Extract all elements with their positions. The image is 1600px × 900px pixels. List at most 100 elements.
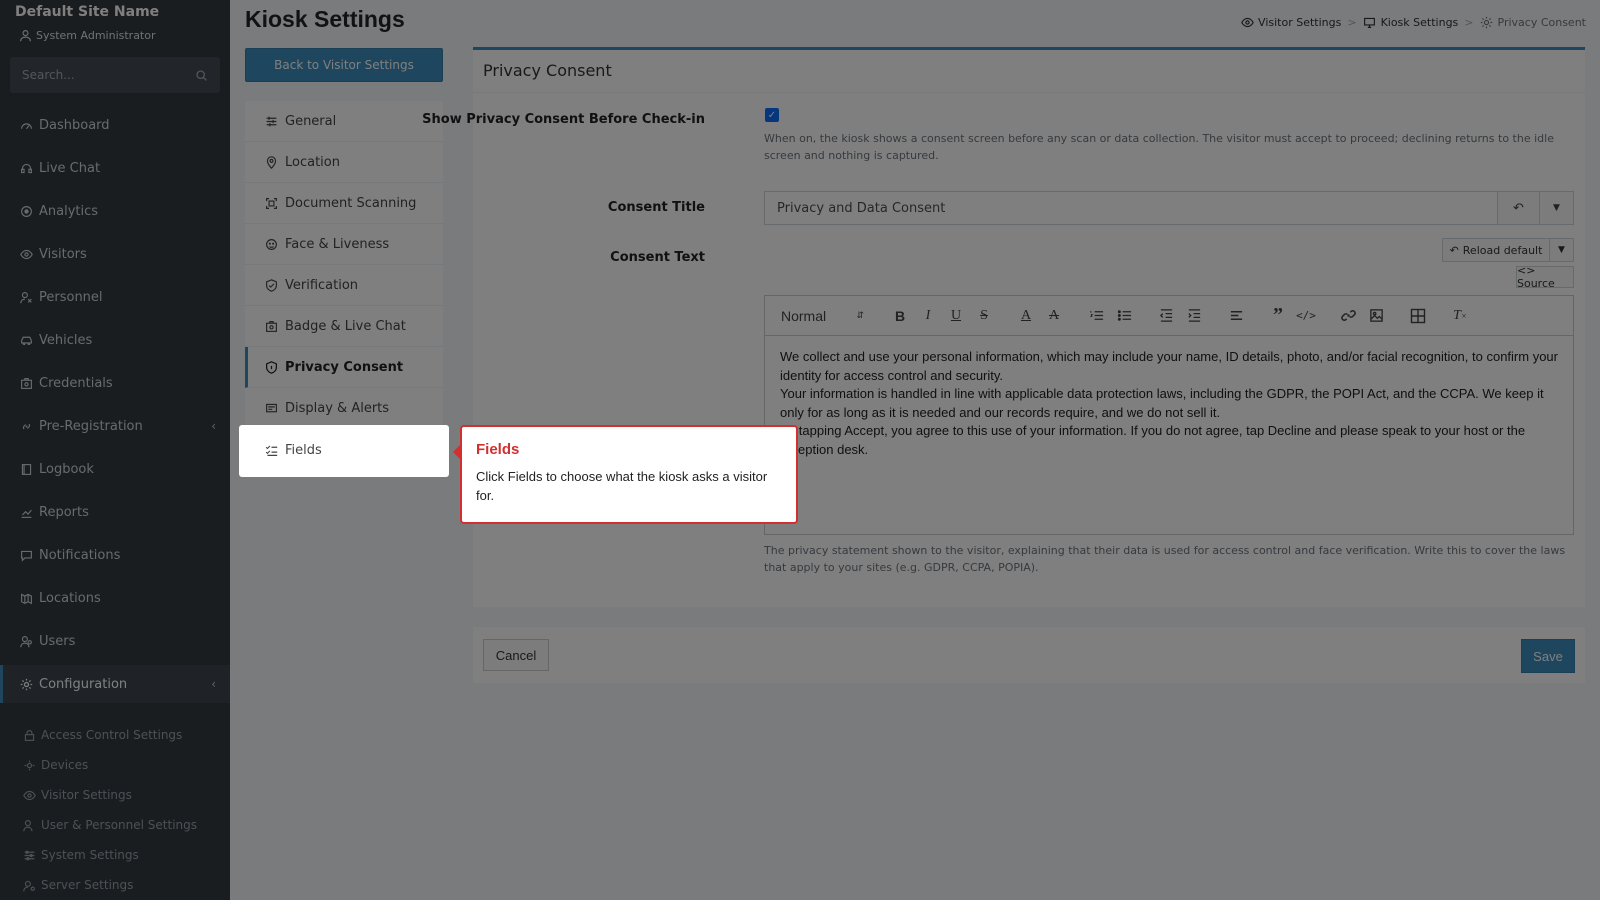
user-role[interactable]: System Administrator — [18, 28, 156, 42]
nav-configuration[interactable]: Configuration ‹ — [0, 665, 230, 703]
sub-user-personnel-settings[interactable]: User & Personnel Settings — [22, 812, 222, 838]
highlight-icon[interactable]: A — [1040, 302, 1068, 330]
format-select[interactable]: Normal ⇵ — [775, 302, 870, 330]
breadcrumb-label: Privacy Consent — [1497, 15, 1587, 29]
settings-nav-label: Verification — [285, 277, 359, 293]
outdent-icon[interactable] — [1152, 302, 1180, 330]
settings-nav-document-scanning[interactable]: Document Scanning — [245, 183, 443, 224]
cancel-button[interactable]: Cancel — [483, 639, 549, 671]
breadcrumb-label: Kiosk Settings — [1380, 15, 1459, 29]
source-button[interactable]: <> Source — [1516, 264, 1574, 290]
back-to-visitor-settings-button[interactable]: Back to Visitor Settings — [245, 48, 443, 82]
sidebar-search — [10, 57, 220, 93]
breadcrumb-privacy-consent: Privacy Consent — [1480, 15, 1587, 29]
nav-visitors-label: Visitors — [39, 246, 87, 262]
bold-icon[interactable]: B — [886, 302, 914, 330]
sub-system-settings[interactable]: System Settings — [22, 842, 222, 868]
nav-reports[interactable]: Reports — [0, 493, 230, 531]
align-left-icon[interactable] — [1222, 302, 1250, 330]
nav-vehicles[interactable]: Vehicles — [0, 321, 230, 359]
consent-title-dropdown-button[interactable]: ▼ — [1539, 192, 1573, 224]
gear-icon — [19, 677, 33, 691]
settings-nav-label: Privacy Consent — [285, 359, 404, 375]
search-icon[interactable] — [194, 68, 208, 82]
site-name[interactable]: Default Site Name — [15, 4, 159, 20]
reload-default-main[interactable]: ↶ Reload default — [1443, 244, 1549, 257]
nav-notifications[interactable]: Notifications — [0, 536, 230, 574]
text-color-icon[interactable]: A — [1012, 302, 1040, 330]
map-pin-icon — [264, 155, 278, 169]
card-title: Privacy Consent — [483, 61, 612, 80]
breadcrumb-visitor-settings[interactable]: Visitor Settings — [1240, 15, 1341, 29]
settings-nav-label: Document Scanning — [285, 195, 417, 211]
chevron-left-icon[interactable]: ‹ — [211, 419, 216, 433]
undo-icon: ↶ — [1513, 200, 1524, 216]
blockquote-icon[interactable]: ” — [1264, 302, 1292, 330]
settings-nav-label: General — [285, 113, 337, 129]
gear-icon — [1480, 15, 1494, 29]
form-footer: Cancel Save — [473, 627, 1585, 683]
ordered-list-icon[interactable] — [1082, 302, 1110, 330]
consent-text-editor-body[interactable]: We collect and use your personal informa… — [765, 336, 1573, 471]
reload-default-button[interactable]: ↶ Reload default ▼ — [1442, 238, 1574, 262]
link-icon[interactable] — [1334, 302, 1362, 330]
chart-icon — [19, 505, 33, 519]
nav-personnel-label: Personnel — [39, 289, 103, 305]
breadcrumb-kiosk-settings[interactable]: Kiosk Settings — [1363, 15, 1459, 29]
nav-personnel[interactable]: Personnel — [0, 278, 230, 316]
caret-down-icon: ▼ — [1553, 203, 1560, 213]
settings-nav-privacy-consent[interactable]: Privacy Consent — [245, 347, 443, 388]
table-icon[interactable] — [1404, 302, 1432, 330]
bullet-list-icon[interactable] — [1110, 302, 1138, 330]
sub-item-label: Server Settings — [41, 878, 134, 892]
nav-logbook[interactable]: Logbook — [0, 450, 230, 488]
consent-paragraph: Your information is handled in line with… — [780, 386, 1544, 420]
breadcrumb: Visitor Settings > Kiosk Settings > Priv… — [1240, 15, 1586, 29]
nav-logbook-label: Logbook — [39, 461, 94, 477]
nav-visitors[interactable]: Visitors — [0, 235, 230, 273]
tour-tooltip: Fields Click Fields to choose what the k… — [453, 425, 798, 524]
nav-live-chat[interactable]: Live Chat — [0, 149, 230, 187]
consent-paragraph: We collect and use your personal informa… — [780, 349, 1558, 383]
nav-credentials-label: Credentials — [39, 375, 113, 391]
breadcrumb-separator: > — [1464, 15, 1474, 29]
sub-devices[interactable]: Devices — [22, 752, 222, 778]
clear-format-icon[interactable]: T × — [1446, 302, 1474, 330]
nav-analytics[interactable]: Analytics — [0, 192, 230, 230]
underline-icon[interactable]: U — [942, 302, 970, 330]
undo-button[interactable]: ↶ — [1497, 192, 1539, 224]
nav-configuration-label: Configuration — [39, 676, 128, 692]
tooltip-body: Click Fields to choose what the kiosk as… — [476, 469, 768, 503]
image-icon[interactable] — [1362, 302, 1390, 330]
nav-dashboard[interactable]: Dashboard — [0, 106, 230, 144]
save-button[interactable]: Save — [1521, 639, 1575, 673]
settings-nav-general[interactable]: General — [245, 101, 443, 142]
nav-locations[interactable]: Locations — [0, 579, 230, 617]
settings-nav-display-alerts[interactable]: Display & Alerts — [245, 388, 443, 429]
undo-icon: ↶ — [1449, 243, 1459, 257]
sub-server-settings[interactable]: Server Settings — [22, 872, 222, 898]
settings-nav-location[interactable]: Location — [245, 142, 443, 183]
chevron-left-icon[interactable]: ‹ — [211, 677, 216, 691]
sub-visitor-settings[interactable]: Visitor Settings — [22, 782, 222, 808]
code-icon[interactable]: </> — [1292, 302, 1320, 330]
nav-users[interactable]: Users — [0, 622, 230, 660]
caret-down-icon[interactable]: ▼ — [1549, 239, 1573, 261]
settings-nav-fields[interactable]: Fields — [245, 429, 443, 472]
settings-nav-face-liveness[interactable]: Face & Liveness — [245, 224, 443, 265]
settings-nav-verification[interactable]: Verification — [245, 265, 443, 306]
editor-toolbar: Normal ⇵ B I U S A A ” </> T × — [765, 296, 1573, 336]
nav-pre-registration[interactable]: Pre-Registration ‹ — [0, 407, 230, 445]
sub-access-control-settings[interactable]: Access Control Settings — [22, 722, 222, 748]
italic-icon[interactable]: I — [914, 302, 942, 330]
server-gear-icon — [22, 878, 36, 892]
search-input[interactable] — [22, 68, 194, 82]
settings-nav-label: Location — [285, 154, 340, 170]
strikethrough-icon[interactable]: S — [970, 302, 998, 330]
settings-nav-badge-live-chat[interactable]: Badge & Live Chat — [245, 306, 443, 347]
nav-credentials[interactable]: Credentials — [0, 364, 230, 402]
consent-title-input[interactable]: Privacy and Data Consent — [765, 192, 1497, 224]
indent-icon[interactable] — [1180, 302, 1208, 330]
show-consent-checkbox[interactable]: ✓ — [765, 108, 779, 122]
users-icon — [19, 634, 33, 648]
